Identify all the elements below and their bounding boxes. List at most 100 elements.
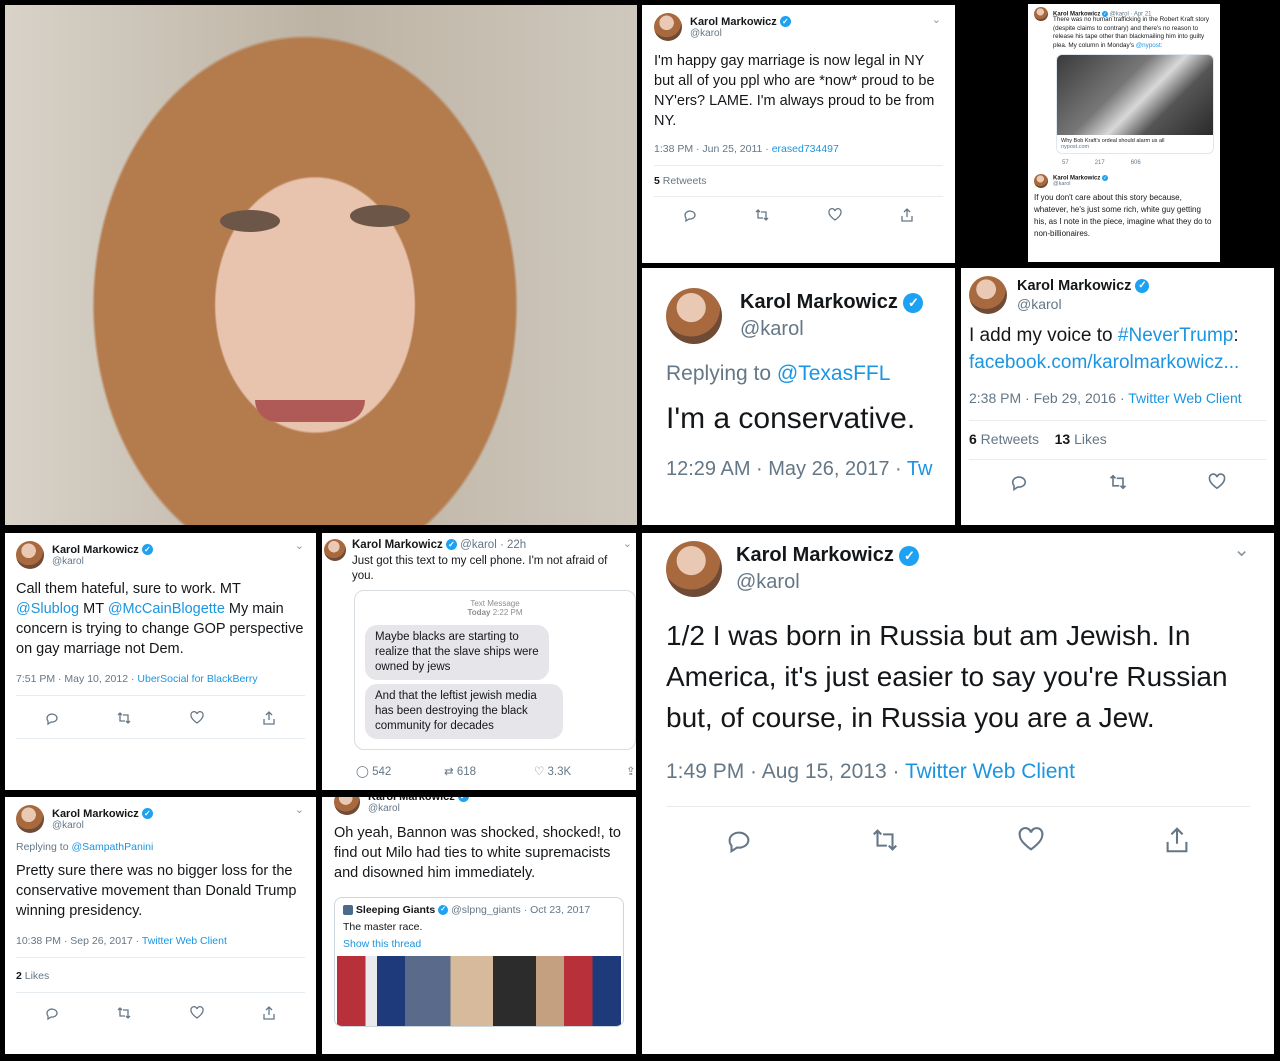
quote-text: The master race. — [343, 921, 423, 933]
reply-icon[interactable] — [1009, 472, 1029, 492]
retweet-icon[interactable] — [1108, 472, 1128, 492]
quoted-tweet[interactable]: Sleeping Giants ✓ @slpng_giants · Oct 23… — [334, 897, 624, 1027]
retweet-number[interactable]: 6 — [969, 431, 977, 447]
user-handle[interactable]: @karol — [52, 820, 153, 831]
user-handle[interactable]: @karol — [1017, 296, 1149, 312]
left-eye — [220, 210, 280, 232]
user-handle[interactable]: @karol — [1053, 181, 1108, 187]
tweet-time-ago: · 22h — [499, 539, 527, 551]
tweet-timestamp: 12:29 AM · May 26, 2017 · Tw — [666, 458, 933, 481]
like-label[interactable]: Likes — [1070, 431, 1107, 447]
avatar[interactable] — [16, 541, 44, 569]
replying-label: Replying to — [16, 841, 72, 853]
tweet-source-link[interactable]: Twitter Web Client — [905, 760, 1075, 783]
user-handle[interactable]: @karol — [690, 28, 791, 39]
user-handle[interactable]: @karol — [740, 318, 923, 341]
like-icon[interactable] — [189, 710, 205, 726]
tweet-conservative: Karol Markowicz ✓ @karol Replying to @Te… — [642, 268, 955, 525]
reply-icon[interactable] — [724, 825, 754, 855]
replying-mention[interactable]: @SampathPanini — [71, 841, 153, 853]
retweet-label[interactable]: Retweets — [660, 175, 707, 187]
tweet-source-link[interactable]: Twitter Web Client — [1128, 390, 1241, 406]
mention-slublog[interactable]: @Slublog — [16, 601, 79, 617]
like-icon[interactable] — [1016, 825, 1046, 855]
avatar[interactable] — [324, 539, 346, 561]
share-icon[interactable]: ⇪ — [626, 764, 636, 778]
avatar[interactable] — [16, 805, 44, 833]
like-icon[interactable]: ♡ — [534, 766, 544, 778]
share-icon[interactable] — [261, 1005, 277, 1021]
hashtag-link[interactable]: #NeverTrump — [1118, 325, 1233, 346]
retweet-count[interactable]: 217 — [1095, 160, 1105, 166]
action-bar: 57 217 606 — [1062, 160, 1214, 166]
mention-mccainblogette[interactable]: @McCainBlogette — [108, 601, 225, 617]
nypost-link[interactable]: @nypost: — [1136, 42, 1163, 49]
share-icon[interactable] — [1162, 825, 1192, 855]
like-icon[interactable] — [827, 207, 843, 223]
sms-screenshot[interactable]: Text Message Today 2:22 PM Maybe blacks … — [354, 590, 636, 750]
facebook-link[interactable]: facebook.com/karolmarkowicz... — [969, 352, 1239, 373]
user-handle[interactable]: @karol — [736, 571, 919, 594]
reply-count[interactable]: 57 — [1062, 160, 1069, 166]
tweet-source-link[interactable]: UberSocial for BlackBerry — [137, 673, 257, 685]
like-count[interactable]: 606 — [1131, 160, 1141, 166]
avatar[interactable] — [654, 13, 682, 41]
share-icon[interactable] — [261, 710, 277, 726]
show-thread-link[interactable]: Show this thread — [343, 938, 615, 950]
user-handle[interactable]: @karol — [460, 539, 497, 551]
reply-icon[interactable] — [44, 1005, 60, 1021]
like-stats: 2 Likes — [16, 970, 305, 982]
verified-icon: ✓ — [438, 905, 449, 916]
retweet-icon[interactable]: ⇄ — [444, 766, 454, 778]
quote-user-name[interactable]: Sleeping Giants — [356, 904, 435, 916]
avatar[interactable] — [969, 276, 1007, 314]
user-name[interactable]: Karol Markowicz — [740, 291, 898, 313]
user-handle[interactable]: @karol — [52, 556, 153, 567]
retweet-icon[interactable] — [116, 1005, 132, 1021]
like-icon[interactable] — [1207, 472, 1227, 492]
chevron-down-icon[interactable]: ⌄ — [932, 13, 941, 26]
tweet-source-link[interactable]: Twitter Web Client — [142, 935, 227, 947]
retweet-icon[interactable] — [870, 825, 900, 855]
user-name[interactable]: Karol Markowicz — [352, 539, 443, 551]
tweet-source-link[interactable]: Tw — [907, 458, 933, 480]
quote-user-handle[interactable]: @slpng_giants · Oct 23, 2017 — [451, 904, 590, 916]
retweet-icon[interactable] — [116, 710, 132, 726]
like-number[interactable]: 13 — [1055, 431, 1071, 447]
chevron-down-icon[interactable]: ⌄ — [295, 539, 304, 552]
tweet-text: Pretty sure there was no bigger loss for… — [16, 863, 297, 919]
like-label[interactable]: Likes — [22, 970, 50, 982]
share-icon[interactable] — [899, 207, 915, 223]
user-name[interactable]: Karol Markowicz — [736, 544, 894, 566]
chevron-down-icon[interactable]: ⌄ — [295, 803, 304, 816]
chevron-down-icon[interactable]: ⌄ — [1233, 537, 1250, 562]
tweet-source-link[interactable]: erased734497 — [772, 143, 839, 155]
avatar[interactable] — [1034, 174, 1048, 188]
user-name[interactable]: Karol Markowicz — [690, 16, 777, 28]
avatar[interactable] — [666, 541, 722, 597]
user-name[interactable]: Karol Markowicz — [368, 797, 455, 803]
tweet-time: 7:51 PM · May 10, 2012 · — [16, 673, 138, 685]
tweet-header: Karol Markowicz ✓ @karol — [16, 541, 305, 569]
link-card[interactable]: Why Bob Kraft's ordeal should alarm us a… — [1056, 54, 1214, 154]
verified-icon: ✓ — [141, 544, 153, 556]
avatar[interactable] — [1034, 7, 1048, 21]
reply-icon[interactable] — [44, 710, 60, 726]
user-name[interactable]: Karol Markowicz — [52, 544, 139, 556]
retweet-count[interactable]: 618 — [457, 766, 476, 778]
user-handle[interactable]: @karol — [368, 803, 469, 814]
reply-icon[interactable] — [682, 207, 698, 223]
avatar[interactable] — [334, 797, 360, 815]
retweet-icon[interactable] — [754, 207, 770, 223]
like-icon[interactable] — [189, 1005, 205, 1021]
replying-mention[interactable]: @TexasFFL — [777, 362, 891, 385]
user-name[interactable]: Karol Markowicz — [52, 808, 139, 820]
chevron-down-icon[interactable]: ⌄ — [623, 537, 632, 550]
reply-icon[interactable]: ◯ — [356, 766, 369, 778]
reply-count[interactable]: 542 — [372, 766, 391, 778]
user-name[interactable]: Karol Markowicz — [1017, 278, 1131, 294]
avatar[interactable] — [666, 288, 722, 344]
retweet-label[interactable]: Retweets — [977, 431, 1039, 447]
tweet-timestamp: 2:38 PM · Feb 29, 2016 · Twitter Web Cli… — [969, 390, 1266, 406]
like-count[interactable]: 3.3K — [548, 766, 572, 778]
